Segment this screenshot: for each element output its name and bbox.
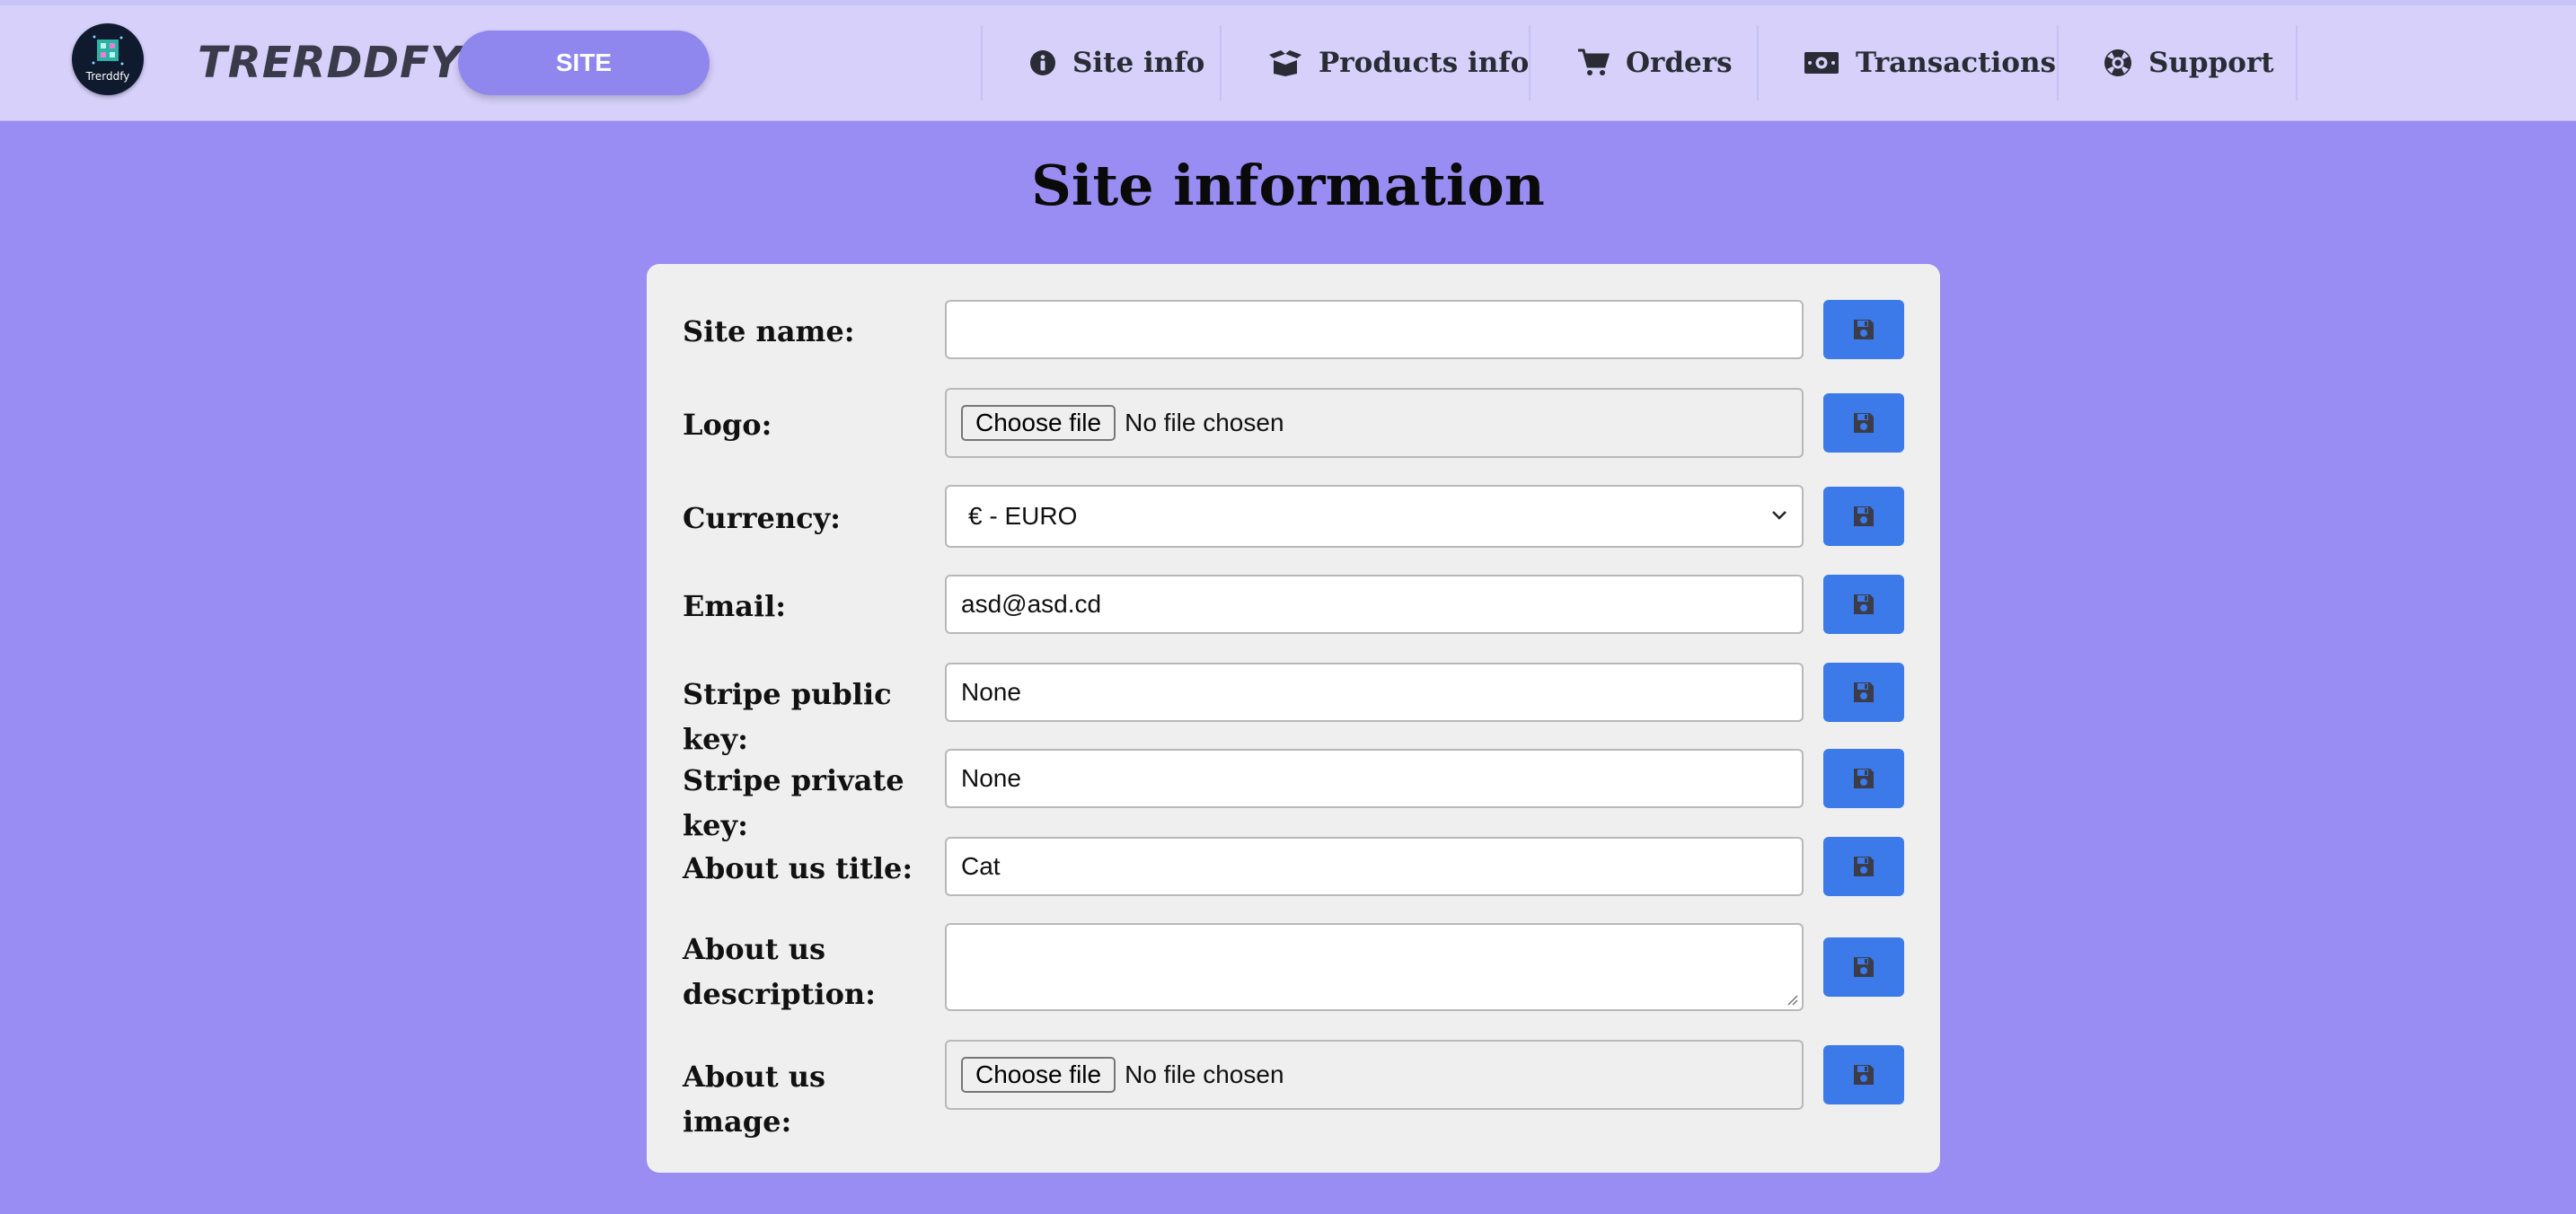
about-us-title-input[interactable]: Cat — [945, 837, 1804, 896]
nav-divider — [2057, 25, 2059, 101]
stripe-private-key-value: None — [961, 764, 1021, 792]
about-us-description-label-line2: description: — [683, 977, 876, 1011]
logo-file-status: No file chosen — [1125, 409, 1284, 436]
page-title: Site information — [1031, 153, 1545, 218]
about-us-title-label: About us title: — [683, 851, 913, 885]
floppy-disk-icon — [1854, 857, 1874, 876]
about-us-image-choose-file-button[interactable]: Choose file — [961, 1057, 1116, 1093]
brand-logo[interactable]: Trerddfy — [72, 23, 144, 95]
save-email-button[interactable] — [1823, 575, 1904, 634]
site-button[interactable]: SITE — [458, 31, 710, 95]
nav-divider — [1529, 25, 1531, 101]
nav-support-label: Support — [2148, 47, 2274, 79]
email-value: asd@asd.cd — [961, 590, 1102, 618]
save-stripe-public-key-button[interactable] — [1823, 663, 1904, 722]
nav-divider — [1220, 25, 1222, 101]
nav-orders[interactable]: Orders — [1577, 27, 1733, 99]
save-about-us-image-button[interactable] — [1823, 1045, 1904, 1104]
stripe-public-key-value: None — [961, 678, 1021, 706]
nav-site-info[interactable]: Site info — [1029, 27, 1204, 99]
save-about-us-title-button[interactable] — [1823, 837, 1904, 896]
site-name-input[interactable] — [945, 300, 1804, 359]
logo-choose-file-button[interactable]: Choose file — [961, 405, 1116, 441]
nav-site-info-label: Site info — [1072, 47, 1205, 79]
floppy-disk-icon — [1854, 957, 1874, 977]
floppy-disk-icon — [1854, 413, 1874, 433]
nav-transactions[interactable]: Transactions — [1804, 27, 2056, 99]
email-label: Email: — [683, 589, 787, 623]
floppy-disk-icon — [1854, 1065, 1874, 1085]
logo-caption: Trerddfy — [85, 70, 130, 83]
nav-divider — [2296, 25, 2298, 101]
floppy-disk-icon — [1854, 682, 1874, 702]
nav-products-info-label: Products info — [1319, 47, 1530, 79]
nav-orders-label: Orders — [1626, 47, 1733, 79]
currency-select[interactable]: € - EURO — [945, 485, 1804, 548]
stripe-private-key-label: Stripe private key: — [683, 763, 904, 842]
about-us-description-label-line1: About us — [683, 932, 826, 966]
brand-name: TRERDDFY — [198, 38, 463, 88]
floppy-disk-icon — [1854, 594, 1874, 614]
nav-products-info[interactable]: Products info — [1268, 27, 1529, 99]
email-input[interactable]: asd@asd.cd — [945, 575, 1804, 634]
about-us-image-file-input[interactable]: Choose file No file chosen — [945, 1040, 1804, 1110]
about-us-description-textarea[interactable] — [945, 923, 1804, 1011]
box-open-icon — [1269, 50, 1301, 76]
logo-label: Logo: — [683, 408, 772, 442]
currency-label: Currency: — [683, 501, 841, 535]
save-about-us-description-button[interactable] — [1823, 937, 1904, 997]
save-logo-button[interactable] — [1823, 393, 1904, 453]
stripe-public-key-input[interactable]: None — [945, 663, 1804, 722]
about-us-description-label: About us description: — [683, 927, 934, 1016]
money-bill-icon — [1804, 52, 1839, 74]
info-circle-icon — [1030, 50, 1055, 75]
save-site-name-button[interactable] — [1823, 300, 1904, 359]
life-ring-icon — [2104, 49, 2131, 76]
logo-graphic-icon — [92, 35, 124, 66]
stripe-public-key-label: Stripe public key: — [683, 677, 892, 756]
top-navbar: Trerddfy TRERDDFY SITE Site info Product… — [0, 5, 2576, 121]
about-us-title-value: Cat — [961, 852, 1001, 880]
floppy-disk-icon — [1854, 769, 1874, 788]
nav-support[interactable]: Support — [2104, 27, 2274, 99]
currency-selected-value: € - EURO — [968, 502, 1078, 530]
logo-file-input[interactable]: Choose file No file chosen — [945, 388, 1804, 458]
chevron-down-icon — [1772, 511, 1786, 520]
nav-divider — [981, 25, 983, 101]
resize-handle-icon[interactable] — [1786, 993, 1798, 1006]
nav-divider — [1757, 25, 1759, 101]
save-currency-button[interactable] — [1823, 487, 1904, 546]
floppy-disk-icon — [1854, 320, 1874, 339]
about-us-image-file-status: No file chosen — [1125, 1060, 1284, 1088]
floppy-disk-icon — [1854, 506, 1874, 526]
nav-transactions-label: Transactions — [1856, 47, 2056, 79]
save-stripe-private-key-button[interactable] — [1823, 749, 1904, 808]
shopping-cart-icon — [1578, 48, 1610, 75]
site-name-label: Site name: — [683, 314, 855, 348]
about-us-image-label: About us image: — [683, 1060, 826, 1139]
stripe-private-key-input[interactable]: None — [945, 749, 1804, 808]
